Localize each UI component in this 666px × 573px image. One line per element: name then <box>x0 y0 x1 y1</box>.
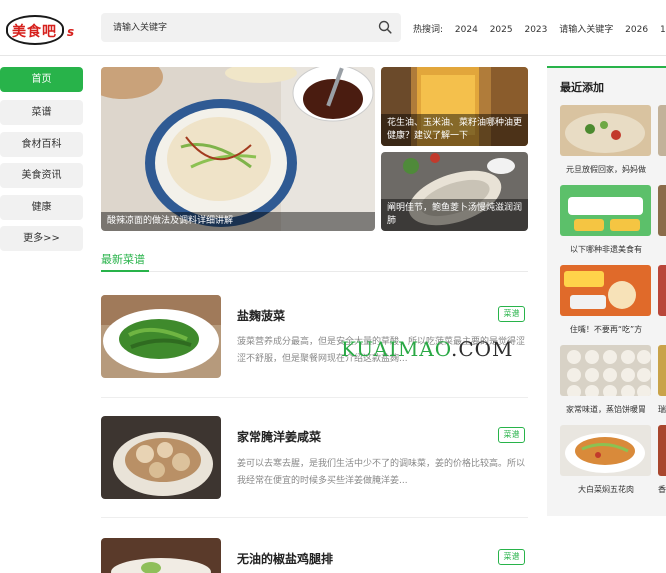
watermark-part-2: .COM <box>450 337 514 361</box>
hot-word[interactable]: 2026 <box>625 25 648 35</box>
recipe-image-spinach[interactable] <box>101 295 221 378</box>
recipe-title[interactable]: 盐麹菠菜 <box>237 307 285 324</box>
site-header: 美食吧 s 热搜词: 2024 2025 2023 请输入关键字 2026 1 <box>0 0 666 56</box>
row-divider <box>101 517 528 518</box>
chicken-leg-image <box>101 538 221 573</box>
food-image-partial <box>658 185 666 236</box>
hero-main-caption: 酸辣凉面的做法及调料详细讲解 <box>101 212 375 231</box>
pickled-ginger-image <box>101 416 221 499</box>
sidebar-item-health[interactable]: 健康 <box>0 195 83 220</box>
hot-search-label: 热搜词: <box>413 25 444 35</box>
panel-item-image[interactable] <box>560 345 651 396</box>
hero-main-card[interactable]: 酸辣凉面的做法及调料详细讲解 <box>101 67 375 231</box>
quiz-banner-image <box>560 185 651 236</box>
site-watermark: KUAIMAO.COM <box>341 337 514 361</box>
instant-noodle-image <box>560 265 651 316</box>
stirfry-image <box>560 105 651 156</box>
panel-item-image-partial[interactable] <box>658 345 666 396</box>
recipe-category-tag[interactable]: 菜谱 <box>498 306 525 322</box>
food-image-partial <box>658 345 666 396</box>
hot-word[interactable]: 2024 <box>455 25 478 35</box>
search-input[interactable] <box>101 13 401 42</box>
section-active-underline <box>101 270 149 272</box>
recipe-category-tag[interactable]: 菜谱 <box>498 427 525 443</box>
recipe-title[interactable]: 家常腌洋姜咸菜 <box>237 428 321 445</box>
hot-word[interactable]: 1 <box>660 25 666 35</box>
recipe-image-pickled-ginger[interactable] <box>101 416 221 499</box>
sidebar-item-more[interactable]: 更多>> <box>0 226 83 251</box>
food-image-partial <box>658 105 666 156</box>
panel-item-image[interactable] <box>560 425 651 476</box>
food-image-partial <box>658 265 666 316</box>
panel-item-caption[interactable]: 住嘴！不要再“吃”方 <box>560 324 652 335</box>
spinach-dish-image <box>101 295 221 378</box>
sidebar-item-recipes[interactable]: 菜谱 <box>0 100 83 125</box>
site-logo[interactable]: 美食吧 s <box>4 13 76 47</box>
watermark-part-1: KUAIMAO <box>341 337 451 361</box>
cabbage-pork-image <box>560 425 651 476</box>
hero-side-caption-2: 阐明佳节，鲍鱼菱卜汤慢炖滋润润肺 <box>381 199 528 231</box>
search-icon[interactable] <box>378 20 392 34</box>
hero-side-caption-1: 花生油、玉米油、菜籽油哪种油更健康？建议了解一下 <box>381 114 528 146</box>
hero-side-card-2[interactable]: 阐明佳节，鲍鱼菱卜汤慢炖滋润润肺 <box>381 152 528 231</box>
sidebar-item-news[interactable]: 美食资讯 <box>0 163 83 188</box>
panel-item-image-partial[interactable] <box>658 185 666 236</box>
recipe-description: 姜可以去寒去腥，是我们生活中少不了的调味菜，姜的价格比较高。所以我经常在便宜的时… <box>237 459 526 486</box>
hot-word[interactable]: 2025 <box>490 25 513 35</box>
sidebar-item-ingredients[interactable]: 食材百科 <box>0 132 83 157</box>
panel-item-caption-partial[interactable]: 香 <box>658 484 666 495</box>
logo-text: 美食吧 <box>12 24 57 40</box>
panel-item-image-partial[interactable] <box>658 265 666 316</box>
recipe-title[interactable]: 无油的椒盐鸡腿排 <box>237 550 333 567</box>
hot-word[interactable]: 2023 <box>524 25 547 35</box>
panel-item-caption[interactable]: 家常味道，蒸馅饼暖胃 <box>560 404 652 415</box>
panel-item-caption[interactable]: 大白菜焖五花肉 <box>560 484 652 495</box>
steamed-pie-image <box>560 345 651 396</box>
logo-suffix: s <box>67 25 75 39</box>
hot-word[interactable]: 请输入关键字 <box>559 25 613 35</box>
section-divider <box>101 271 528 272</box>
panel-item-caption[interactable]: 以下哪种非遗美食有 <box>560 244 652 255</box>
panel-item-image-partial[interactable] <box>658 425 666 476</box>
hot-search-bar: 热搜词: 2024 2025 2023 请输入关键字 2026 1 <box>413 22 666 35</box>
panel-item-caption-partial[interactable]: 瑞 <box>658 404 666 415</box>
row-divider <box>101 397 528 398</box>
panel-title: 最近添加 <box>560 81 604 94</box>
panel-item-image[interactable] <box>560 265 651 316</box>
panel-item-image[interactable] <box>560 105 651 156</box>
noodle-dish-image <box>101 67 375 231</box>
latest-recipes-heading[interactable]: 最新菜谱 <box>101 251 145 267</box>
food-image-partial <box>658 425 666 476</box>
recently-added-panel: 最近添加 元旦放假回家，妈妈做 以下哪种非遗美食有 住嘴！不要再“吃”方 家常味… <box>547 66 666 516</box>
panel-item-image-partial[interactable] <box>658 105 666 156</box>
recipe-category-tag[interactable]: 菜谱 <box>498 549 525 565</box>
panel-item-caption[interactable]: 元旦放假回家，妈妈做 <box>560 164 652 175</box>
recipe-image-chicken[interactable] <box>101 538 221 573</box>
panel-item-image[interactable] <box>560 185 651 236</box>
hero-side-card-1[interactable]: 花生油、玉米油、菜籽油哪种油更健康？建议了解一下 <box>381 67 528 146</box>
sidebar-item-home[interactable]: 首页 <box>0 67 83 92</box>
